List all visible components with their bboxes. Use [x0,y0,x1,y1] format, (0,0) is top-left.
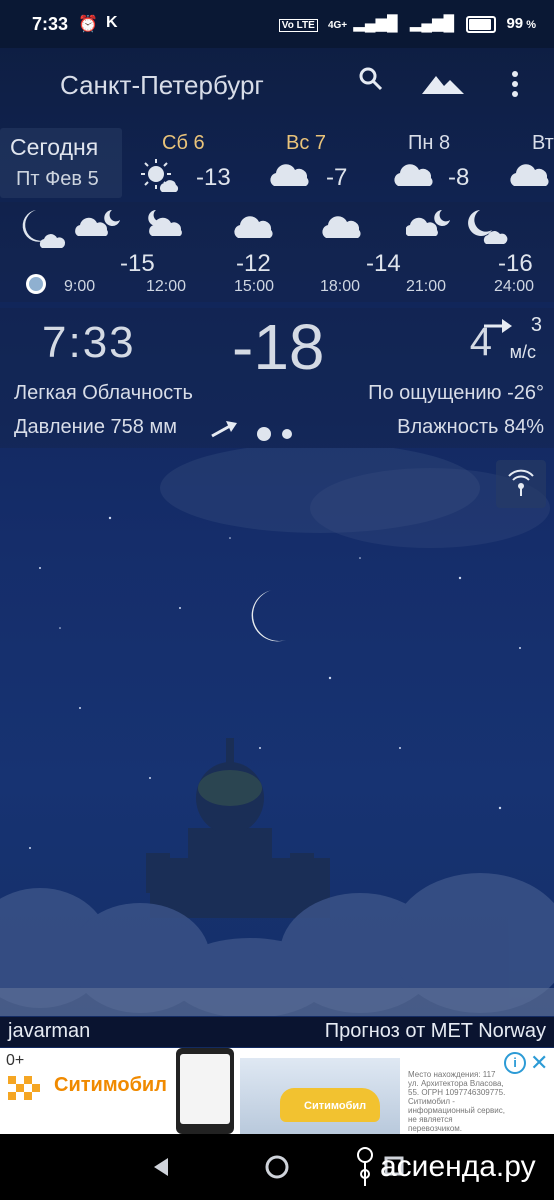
landscape-icon[interactable] [422,70,464,100]
ad-age: 0+ [6,1052,25,1069]
source-credit[interactable]: Прогноз от MET Norway [325,1020,546,1043]
day-temp: -13 [196,164,231,191]
hour-time: 15:00 [234,278,275,295]
moon-cloud-icon [405,208,454,243]
hour-temp: -16 [498,250,533,277]
signal-icon-2: ▂▄▆█ [409,15,455,32]
home-icon[interactable] [264,1154,290,1185]
hour-temp: -14 [366,250,401,277]
watermark-logo-icon [354,1146,376,1195]
battery-percent: 99 [506,15,524,32]
author-credit[interactable]: javarman [8,1020,90,1043]
ad-logo-icon [8,1076,48,1105]
cloud-icon [508,160,552,193]
city-name[interactable]: Санкт-Петербург [60,70,264,101]
day-label: Вс 7 [286,132,327,154]
day-label: Пн 8 [408,132,451,154]
battery-icon [466,15,497,33]
humidity-text: Влажность 84% [397,416,544,438]
sun-cloud-icon [140,158,180,199]
status-right: Vo LTE 4G+ ▂▄▆█ ▂▄▆█ 99 % [278,14,536,33]
ad-fine-print: Место нахождения: 117 ул. Архитектора Вл… [408,1070,506,1133]
ad-info-icon[interactable]: i [504,1052,526,1074]
watermark-text: асиенда.ру [380,1150,536,1183]
today-label: Сегодня [10,134,99,160]
status-time: 7:33 [32,14,69,34]
radar-button[interactable] [496,460,546,508]
current-time: 7:33 [42,318,136,367]
alarm-icon: ⏰ [78,16,98,33]
current-time-marker [26,274,46,294]
daily-forecast[interactable]: Сегодня Пт Фев 5 Сб 6 -13 Вс 7 -7 Пн 8 -… [0,126,554,202]
hour-temp: -15 [120,250,155,277]
wind-unit: м/с [509,342,536,362]
cloud-icon [392,160,436,193]
network-type: 4G+ [327,20,348,31]
moon-phase-dots [256,426,296,447]
cloud-icon [320,212,366,245]
day-temp: -7 [326,164,348,191]
ad-brand: Ситимобил [54,1074,167,1096]
today-date: Пт Фев 5 [16,168,99,190]
back-icon[interactable] [150,1156,170,1183]
pressure-trend-icon [210,420,238,443]
current-temp: -18 [232,311,325,383]
radar-icon [508,469,534,496]
day-label: Сб 6 [162,132,205,154]
cloud-icon [268,160,312,193]
search-icon[interactable] [358,66,384,98]
app-header: Санкт-Петербург [0,48,554,120]
moon-cloud-icon [146,208,194,243]
ad-city-image [240,1058,400,1134]
feels-like-text: По ощущению -26° [368,382,544,404]
hour-temp: -12 [236,250,271,277]
hourly-forecast[interactable]: -15 -12 -14 -16 9:00 12:00 15:00 18:00 2… [0,202,554,302]
hour-time: 18:00 [320,278,361,295]
wind-value: 3 [530,314,542,336]
volte-icon: Vo LTE [278,19,318,32]
system-navbar: асиенда.ру [0,1134,554,1200]
cloud-icon [232,212,278,245]
sky-background [0,443,554,1018]
ad-phone-image [176,1048,234,1134]
wind-arrow-icon [484,318,512,339]
moon-cloud-icon [12,206,68,255]
hour-time: 21:00 [406,278,447,295]
ad-car-text: Ситимобил [304,1100,367,1112]
status-bar: 7:33 ⏰ K Vo LTE 4G+ ▂▄▆█ ▂▄▆█ 99 % [0,0,554,48]
hour-time: 24:00 [494,278,535,295]
hour-time: 12:00 [146,278,187,295]
moon-cloud-icon [468,206,508,251]
hour-time: 9:00 [64,278,96,295]
current-conditions: 7:33 -18 4 3 м/с Легкая Облачность По ощ… [0,308,554,448]
day-temp: -8 [448,164,470,191]
more-menu-icon[interactable] [510,70,520,104]
ad-banner[interactable]: 0+ Ситимобил Ситимобил Место нахождения:… [0,1048,554,1134]
moon-cloud-icon [74,208,122,243]
day-label: Вт [532,132,554,154]
credits-bar: javarman Прогноз от MET Norway [0,1017,554,1047]
condition-text: Легкая Облачность [14,382,193,404]
ad-close-icon[interactable]: ✕ [530,1050,548,1076]
status-extra: K [106,14,118,31]
pressure-text: Давление 758 мм [14,416,177,438]
signal-icon: ▂▄▆█ [353,15,398,32]
